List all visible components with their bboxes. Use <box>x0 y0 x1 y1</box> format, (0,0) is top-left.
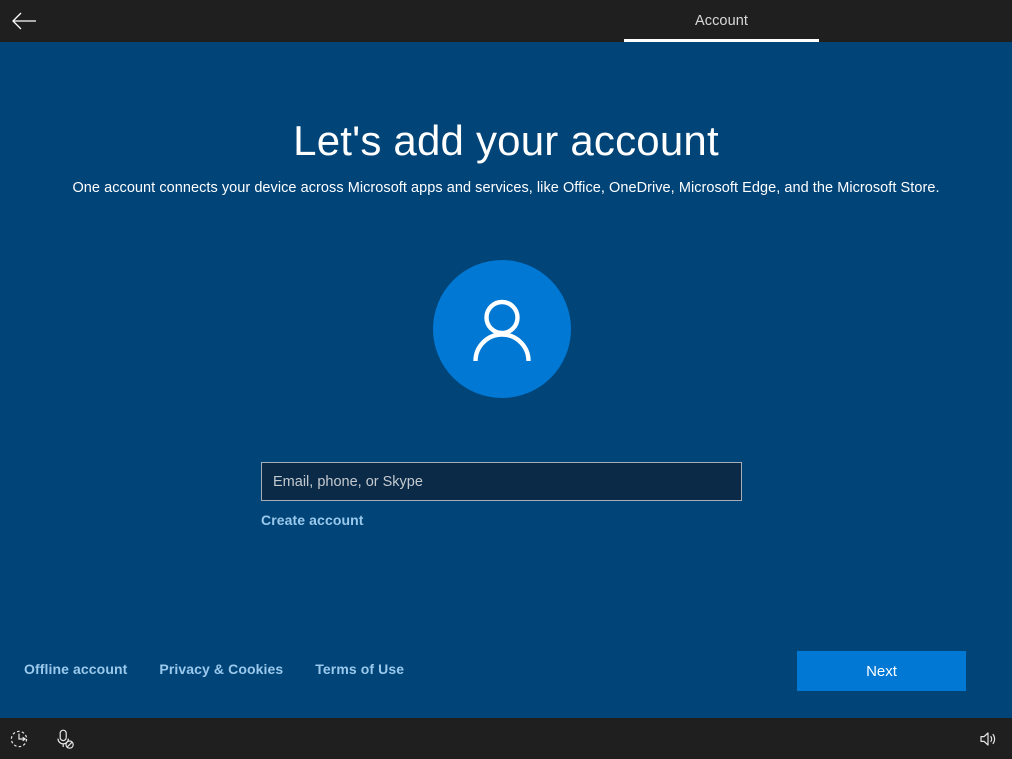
ease-of-access-icon <box>10 729 30 749</box>
page-subtitle: One account connects your device across … <box>72 180 940 196</box>
footer-links: Offline account Privacy & Cookies Terms … <box>24 661 404 677</box>
volume-icon <box>978 730 998 748</box>
offline-account-link[interactable]: Offline account <box>24 661 127 677</box>
title-bar: Account <box>0 0 1012 42</box>
privacy-and-cookies-link[interactable]: Privacy & Cookies <box>159 661 283 677</box>
system-tray-bar <box>0 718 1012 759</box>
tab-account[interactable]: Account <box>624 0 819 42</box>
person-icon <box>463 290 541 368</box>
oobe-account-screen: Account Let's add your account One accou… <box>0 0 1012 759</box>
microphone-off-icon <box>55 728 75 750</box>
back-button[interactable] <box>0 0 48 42</box>
account-input[interactable] <box>261 462 742 501</box>
next-button[interactable]: Next <box>797 651 966 691</box>
main-content: Let's add your account One account conne… <box>0 42 1012 718</box>
page-title: Let's add your account <box>293 117 719 164</box>
terms-of-use-link[interactable]: Terms of Use <box>315 661 404 677</box>
arrow-left-icon <box>11 11 37 31</box>
microphone-off-button[interactable] <box>45 718 85 759</box>
volume-button[interactable] <box>968 718 1008 759</box>
tab-account-label: Account <box>694 13 749 29</box>
ease-of-access-button[interactable] <box>0 718 40 759</box>
create-account-link[interactable]: Create account <box>261 512 364 528</box>
avatar <box>433 260 571 398</box>
